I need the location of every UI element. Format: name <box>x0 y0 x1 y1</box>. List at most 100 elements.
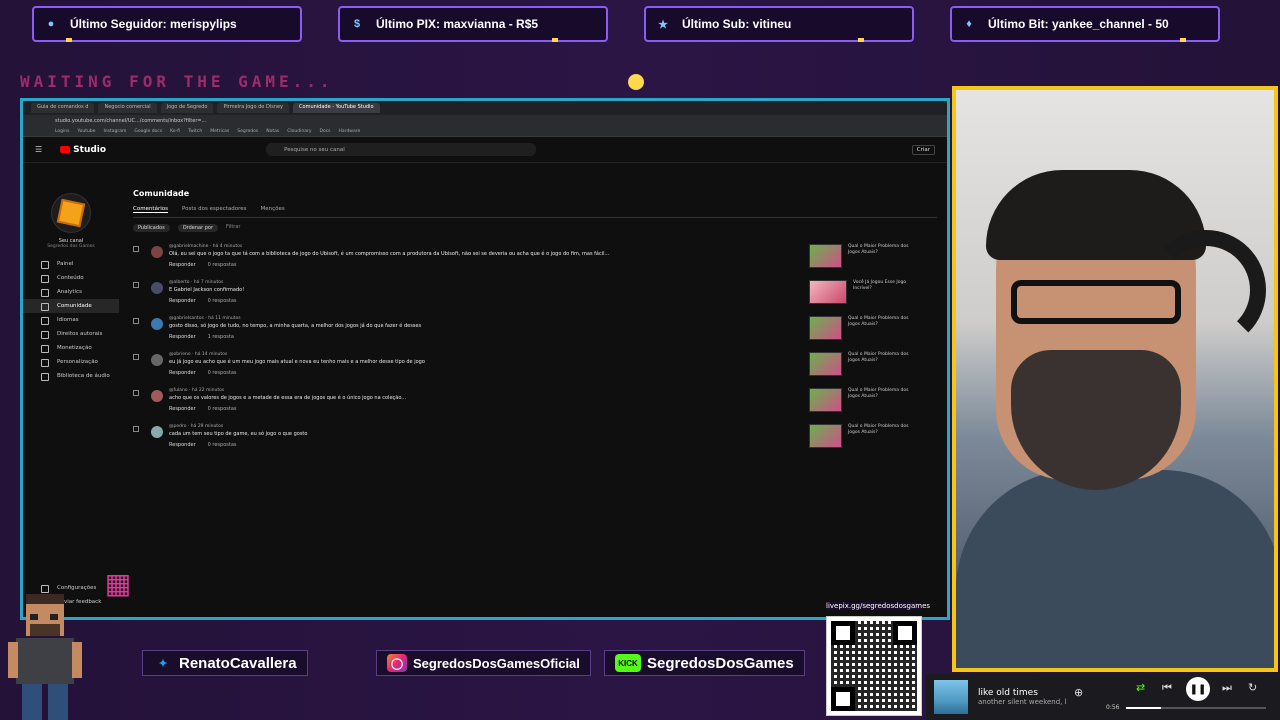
page-title: Comunidade <box>133 189 190 198</box>
sidebar-item-painel[interactable]: Painel <box>23 257 119 271</box>
filter-published-chip[interactable]: Publicados <box>133 224 170 232</box>
sidebar-item-analytics[interactable]: Analytics <box>23 285 119 299</box>
bookmark[interactable]: Cloudinary <box>287 129 311 134</box>
replies-count[interactable]: 0 respostas <box>208 298 237 304</box>
box-logo-icon <box>56 198 86 228</box>
video-title[interactable]: Qual o Maior Problema dos Jogos Atuais? <box>848 244 919 268</box>
next-icon[interactable]: ⏭ <box>1222 681 1232 695</box>
cam-body <box>956 470 1274 668</box>
tab-mencoes[interactable]: Menções <box>261 206 285 213</box>
add-icon[interactable]: ⊕ <box>1074 686 1083 699</box>
avatar <box>151 354 163 366</box>
community-tabs: Comentários Posts dos espectadores Mençõ… <box>133 206 937 218</box>
sort-dropdown[interactable]: Ordenar por <box>177 224 219 232</box>
avatar <box>151 390 163 402</box>
reply-button[interactable]: Responder <box>169 334 196 340</box>
sidebar-item-idiomas[interactable]: Idiomas <box>23 313 119 327</box>
tab-posts[interactable]: Posts dos espectadores <box>182 206 247 213</box>
replies-count[interactable]: 0 respostas <box>208 262 237 268</box>
bookmark[interactable]: Notas <box>266 129 279 134</box>
video-title[interactable]: Qual o Maior Problema dos Jogos Atuais? <box>848 352 919 376</box>
channel-avatar[interactable] <box>51 193 91 233</box>
waiting-banner: WAITING FOR THE GAME... <box>20 72 334 91</box>
bookmark[interactable]: Logins <box>55 129 69 134</box>
replies-count[interactable]: 1 resposta <box>208 334 234 340</box>
alert-pix-label: Último PIX: maxvianna - R$5 <box>376 17 539 31</box>
create-button[interactable]: Criar <box>911 144 935 155</box>
sidebar-item-monetizacao[interactable]: Monetização <box>23 341 119 355</box>
browser-tab[interactable]: Guia de comandos d <box>31 103 95 113</box>
video-title[interactable]: Qual o Maior Problema dos Jogos Atuais? <box>848 316 919 340</box>
person-icon: ● <box>47 18 55 30</box>
bookmark[interactable]: Twitch <box>188 129 202 134</box>
select-checkbox[interactable] <box>133 354 139 360</box>
replies-count[interactable]: 0 respostas <box>208 370 237 376</box>
reply-button[interactable]: Responder <box>169 262 196 268</box>
comments-panel: Comunidade Comentários Posts dos especta… <box>133 189 937 617</box>
video-thumbnail[interactable] <box>809 352 842 376</box>
comment-row: @obrieno · há 14 minutos eu já jogo eu a… <box>133 346 937 382</box>
bookmark[interactable]: Instagram <box>103 129 126 134</box>
social-kick-label: SegredosDosGames <box>647 654 794 672</box>
replies-count[interactable]: 0 respostas <box>208 442 237 448</box>
alert-follower: ● Último Seguidor: merispylips <box>32 6 302 42</box>
comment-text: gosto disso, só jogo de tudo, no tempo, … <box>169 323 422 329</box>
avatar <box>151 426 163 438</box>
bookmark[interactable]: Segredos <box>237 129 258 134</box>
comment-video: Qual o Maior Problema dos Jogos Atuais? <box>809 316 919 340</box>
pause-button[interactable]: ❚❚ <box>1186 677 1210 701</box>
reply-button[interactable]: Responder <box>169 406 196 412</box>
reply-button[interactable]: Responder <box>169 370 196 376</box>
video-thumbnail[interactable] <box>809 388 842 412</box>
select-checkbox[interactable] <box>133 318 139 324</box>
browser-tab[interactable]: Negocio comercial <box>98 103 157 113</box>
select-checkbox[interactable] <box>133 282 139 288</box>
select-checkbox[interactable] <box>133 426 139 432</box>
video-title[interactable]: Qual o Maior Problema dos Jogos Atuais? <box>848 424 919 448</box>
replies-count[interactable]: 0 respostas <box>208 406 237 412</box>
bookmark[interactable]: Metricas <box>210 129 229 134</box>
browser-tab[interactable]: Jogo de Segredo <box>160 103 214 113</box>
bookmark[interactable]: Ko-fi <box>170 129 180 134</box>
select-checkbox[interactable] <box>133 390 139 396</box>
video-thumbnail[interactable] <box>809 424 842 448</box>
repeat-icon[interactable]: ↻ <box>1248 681 1257 694</box>
video-title[interactable]: Qual o Maior Problema dos Jogos Atuais? <box>848 388 919 412</box>
bookmark[interactable]: Google docs <box>134 129 162 134</box>
browser-tab-active[interactable]: Comunidade - YouTube Studio <box>293 103 380 113</box>
video-thumbnail[interactable] <box>809 316 842 340</box>
bookmark[interactable]: Docs <box>319 129 330 134</box>
bookmark[interactable]: Youtube <box>77 129 95 134</box>
shuffle-icon[interactable]: ⇄ <box>1136 681 1145 694</box>
comment-row: @gabrielmachine · há 4 minutos Olá, eu s… <box>133 238 937 274</box>
studio-logo-text: Studio <box>73 144 107 155</box>
filter-button[interactable]: Filtrar <box>226 224 240 232</box>
track-progress[interactable] <box>1126 707 1266 709</box>
menu-icon[interactable]: ☰ <box>35 145 42 154</box>
sidebar-item-comunidade[interactable]: Comunidade <box>23 299 119 313</box>
comment-row: @alberto · há 7 minutos E Gabriel Jackso… <box>133 274 937 310</box>
previous-icon[interactable]: ⏮ <box>1162 681 1172 695</box>
sidebar-item-biblioteca[interactable]: Biblioteca de áudio <box>23 369 119 383</box>
bookmark[interactable]: Hardware <box>339 129 361 134</box>
sidebar-item-conteudo[interactable]: Conteúdo <box>23 271 119 285</box>
social-twitter-label: RenatoCavallera <box>179 654 297 672</box>
headphones-icon <box>1146 230 1266 350</box>
select-checkbox[interactable] <box>133 246 139 252</box>
video-thumbnail[interactable] <box>809 244 842 268</box>
video-thumbnail[interactable] <box>809 280 847 304</box>
address-bar[interactable]: studio.youtube.com/channel/UC.../comment… <box>23 115 947 127</box>
alert-sub-label: Último Sub: vitineu <box>682 17 792 31</box>
video-title[interactable]: Você Já Jogou Esse Jogo Incrível? <box>853 280 919 304</box>
sidebar-item-personalizacao[interactable]: Personalização <box>23 355 119 369</box>
reply-button[interactable]: Responder <box>169 298 196 304</box>
alert-bit: ♦ Último Bit: yankee_channel - 50 <box>950 6 1220 42</box>
search-input[interactable]: Pesquise no seu canal <box>266 143 537 156</box>
social-kick: KICK SegredosDosGames <box>604 650 805 676</box>
reply-button[interactable]: Responder <box>169 442 196 448</box>
sidebar-item-direitos[interactable]: Direitos autorais <box>23 327 119 341</box>
studio-logo[interactable]: Studio <box>60 145 106 155</box>
twitter-icon: ✦ <box>158 657 168 670</box>
browser-tab[interactable]: Pirmeira Jogo de Disney <box>217 103 290 113</box>
tab-comentarios[interactable]: Comentários <box>133 206 168 213</box>
